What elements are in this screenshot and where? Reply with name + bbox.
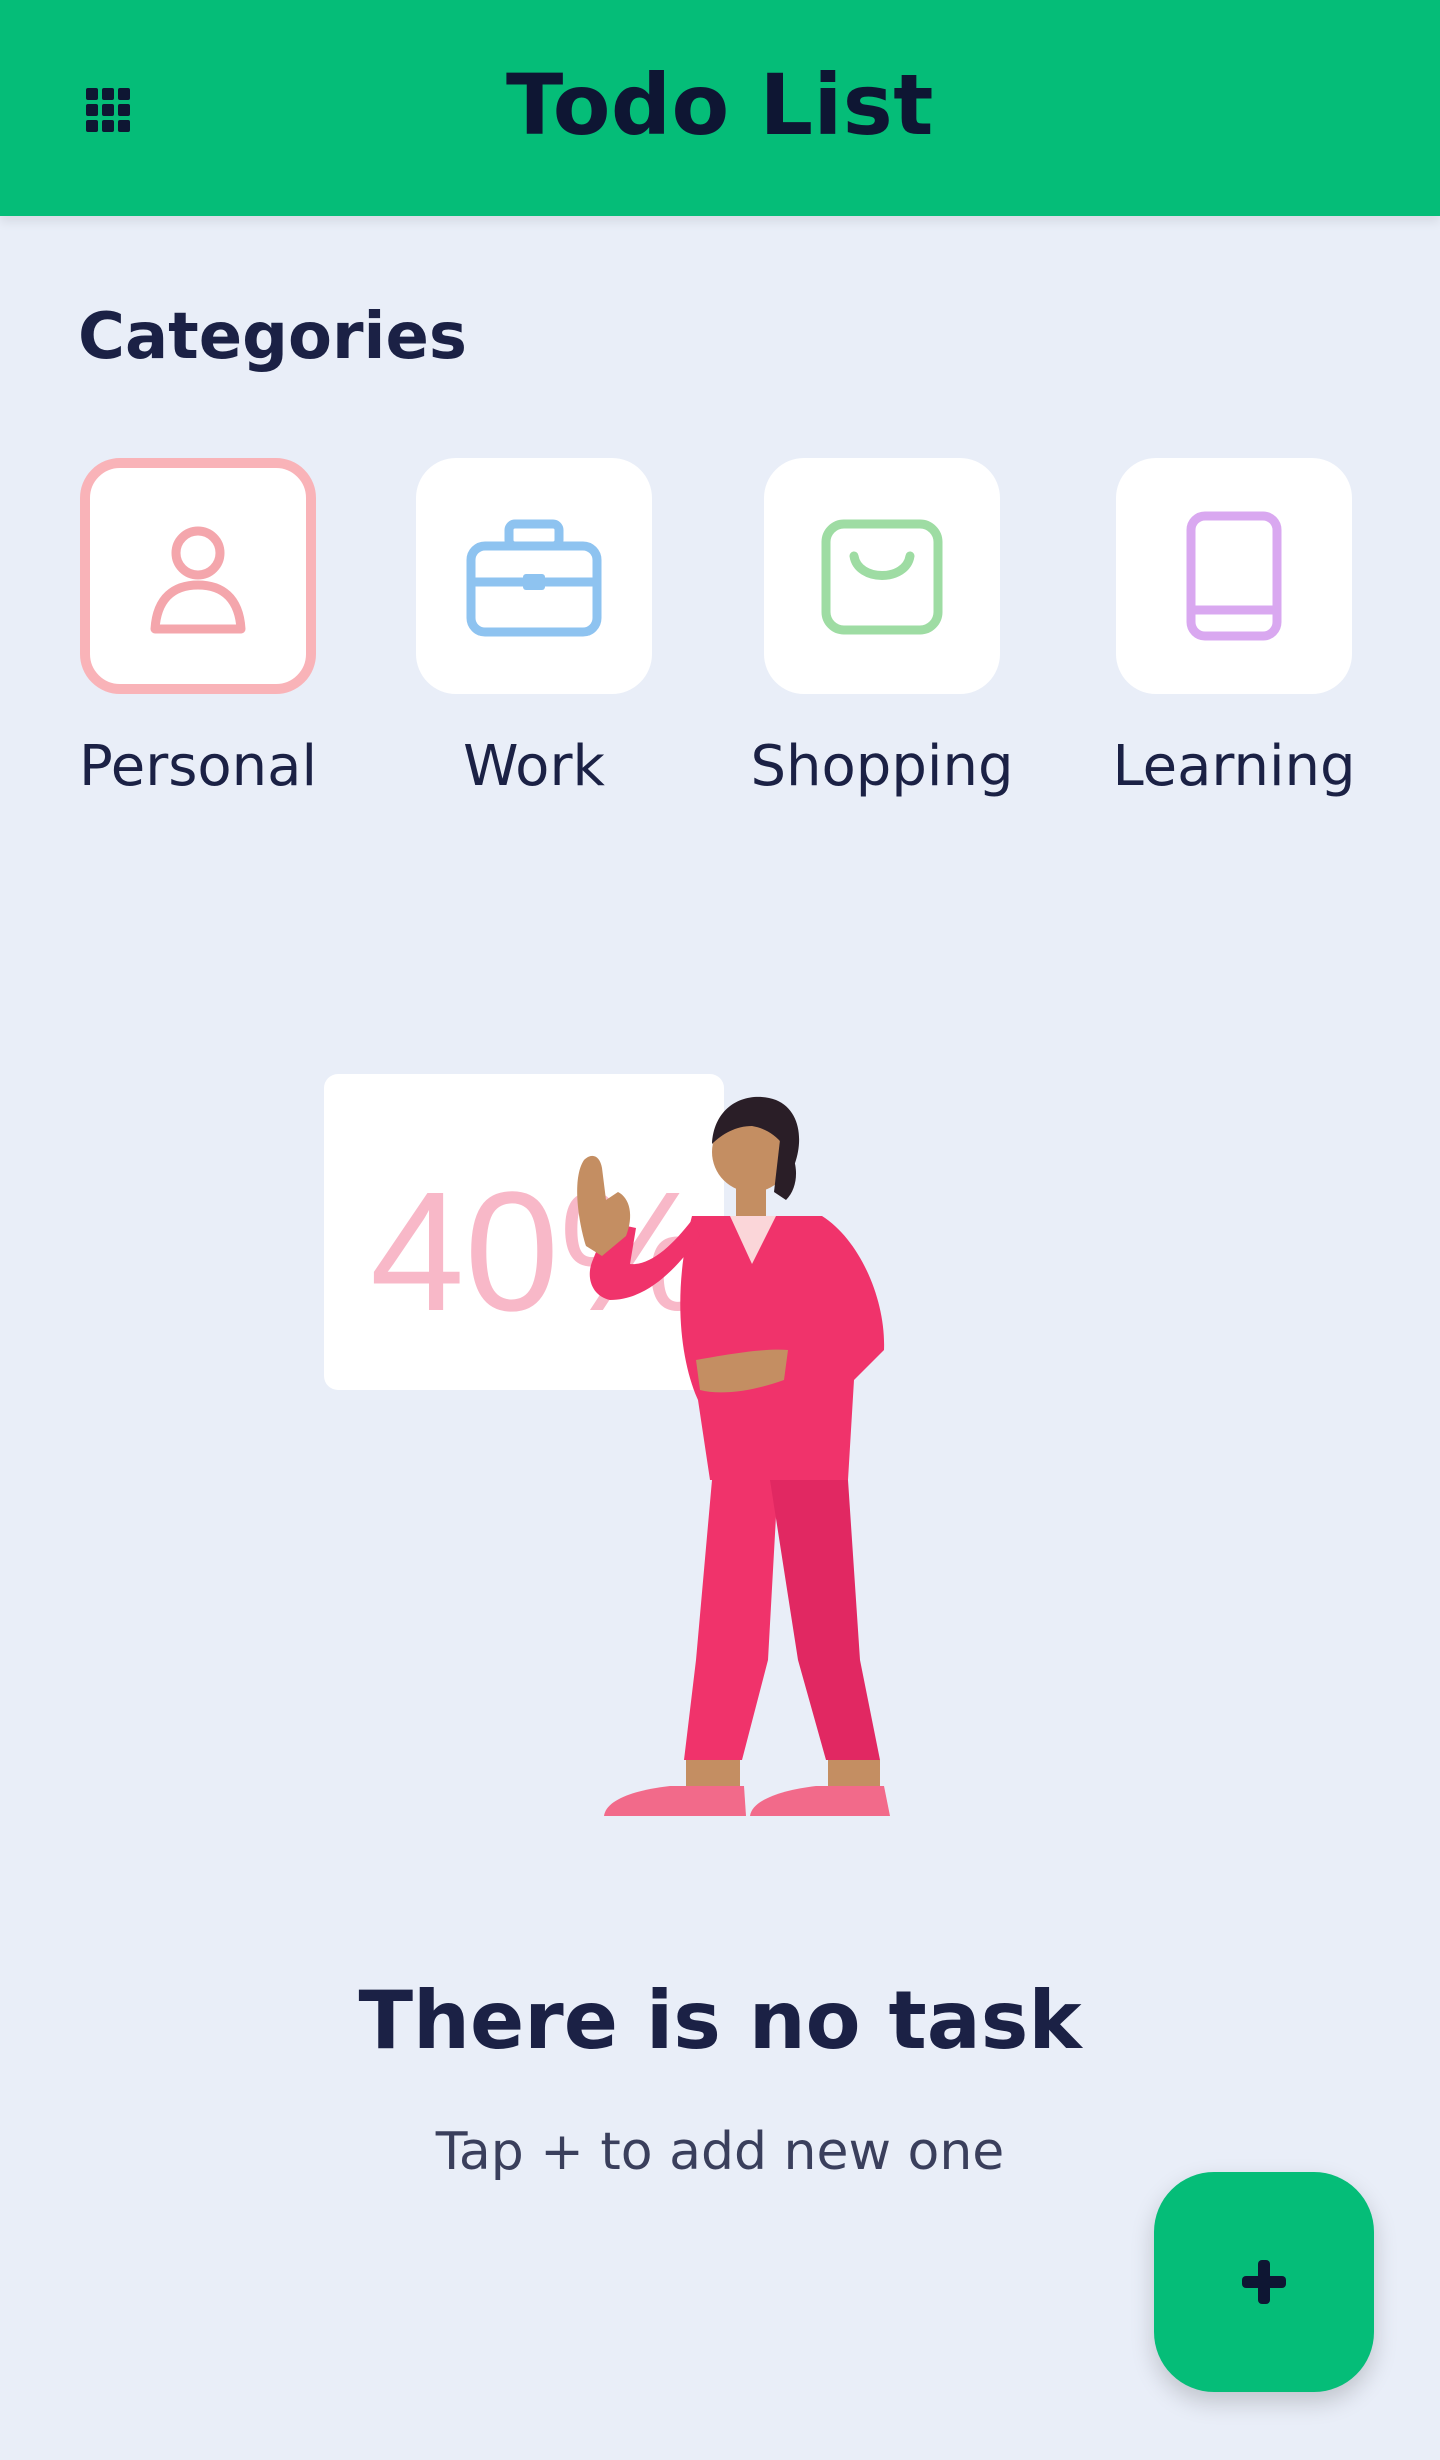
tablet-icon bbox=[1186, 511, 1282, 641]
category-label: Personal bbox=[78, 734, 318, 799]
category-tile-personal[interactable] bbox=[80, 458, 316, 694]
category-tile-shopping[interactable] bbox=[764, 458, 1000, 694]
category-personal[interactable]: Personal bbox=[78, 458, 318, 799]
plus-icon bbox=[1242, 2260, 1286, 2304]
category-label: Learning bbox=[1112, 734, 1356, 799]
category-label: Work bbox=[463, 734, 605, 799]
page-title: Todo List bbox=[506, 56, 934, 154]
category-label: Shopping bbox=[750, 734, 1014, 799]
category-learning[interactable]: Learning bbox=[1112, 458, 1356, 799]
category-tile-learning[interactable] bbox=[1116, 458, 1352, 694]
todo-app: Todo List Categories Personal Work Shopp… bbox=[0, 0, 1440, 2460]
shopping-bag-icon bbox=[821, 519, 943, 635]
presenter-illustration: 40% bbox=[324, 1074, 890, 1816]
categories-heading: Categories bbox=[78, 300, 467, 374]
add-task-button[interactable] bbox=[1154, 2172, 1374, 2392]
empty-state-title: There is no task bbox=[358, 1974, 1082, 2067]
briefcase-icon bbox=[466, 519, 602, 637]
board-percentage: 40% bbox=[370, 1157, 710, 1347]
person-icon bbox=[150, 526, 246, 634]
category-work[interactable]: Work bbox=[416, 458, 652, 799]
app-bar: Todo List bbox=[0, 0, 1440, 216]
empty-state-illustration: 40% bbox=[300, 1060, 920, 1880]
category-tile-work[interactable] bbox=[416, 458, 652, 694]
category-shopping[interactable]: Shopping bbox=[751, 458, 1014, 799]
